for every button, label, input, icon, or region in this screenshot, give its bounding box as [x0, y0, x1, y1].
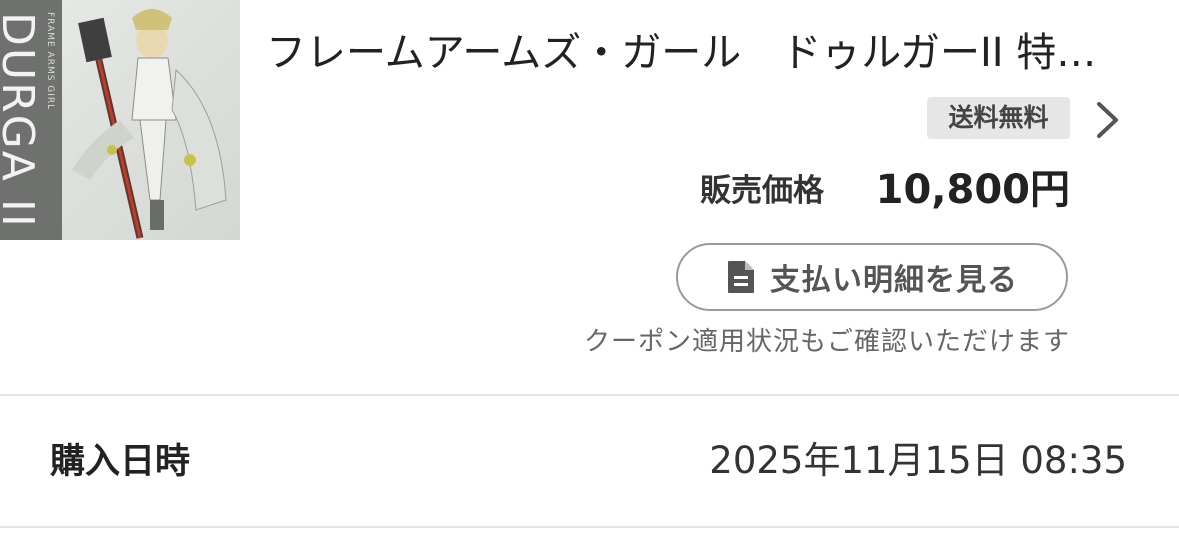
purchase-date-label: 購入日時	[50, 442, 191, 482]
product-title[interactable]: フレームアームズ・ガール ドゥルガーII 特…	[266, 28, 1136, 78]
view-statement-label: 支払い明細を見る	[770, 263, 1018, 298]
coupon-note: クーポン適用状況もご確認いただけます	[583, 327, 1070, 357]
figure-illustration	[72, 9, 227, 239]
chevron-right-icon[interactable]	[1090, 98, 1124, 142]
product-thumbnail[interactable]: FRAME ARMS GIRL DURGA II	[0, 0, 240, 240]
document-icon	[728, 261, 754, 293]
purchase-date-value: 2025年11月15日 08:35	[709, 439, 1127, 482]
bottom-divider	[0, 526, 1179, 528]
price-value: 10,800円	[875, 167, 1070, 213]
view-statement-button[interactable]: 支払い明細を見る	[676, 243, 1068, 311]
section-divider	[0, 394, 1179, 396]
price-label: 販売価格	[700, 173, 824, 209]
order-detail-screen: FRAME ARMS GIRL DURGA II フレームアームズ・ガール ドゥ…	[0, 0, 1179, 534]
free-shipping-badge: 送料無料	[927, 97, 1070, 139]
